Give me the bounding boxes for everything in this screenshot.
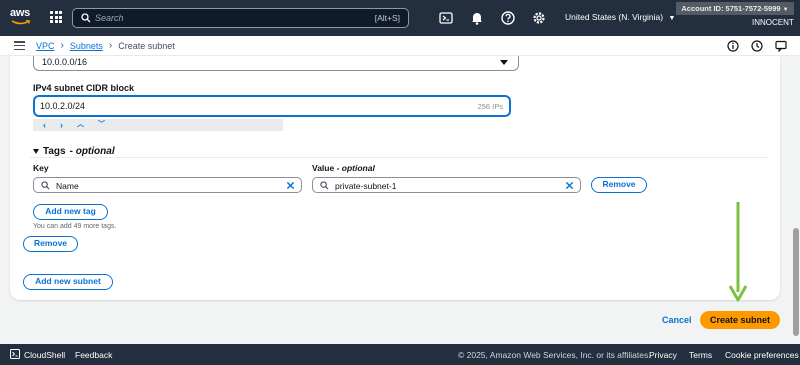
help-icon[interactable] — [500, 10, 516, 26]
tags-optional: - optional — [69, 146, 115, 157]
value-label-text: Value — [312, 163, 335, 173]
value-optional: - optional — [336, 163, 375, 173]
ipv4-cidr-input[interactable]: 10.0.2.0/24 256 IPs — [33, 95, 511, 117]
search-icon — [320, 181, 329, 190]
region-selector[interactable]: United States (N. Virginia) ▼ — [565, 12, 675, 22]
arrow-right-icon[interactable]: › — [60, 119, 63, 131]
breadcrumb-subnets[interactable]: Subnets — [70, 41, 103, 51]
tag-value-input[interactable]: private-subnet-1 — [312, 177, 581, 193]
arrow-down-icon[interactable]: ﹀ — [98, 119, 105, 131]
cloudshell-link[interactable]: CloudShell — [24, 350, 65, 360]
add-new-subnet-button[interactable]: Add new subnet — [23, 274, 113, 290]
create-subnet-panel: 10.0.0.0/16 IPv4 subnet CIDR block 10.0.… — [10, 56, 780, 300]
feedback-icon[interactable] — [775, 40, 787, 52]
privacy-link[interactable]: Privacy — [649, 350, 677, 360]
tags-divider — [30, 157, 768, 158]
account-id: Account ID: 5751-7572-5999 — [681, 4, 781, 13]
account-badge[interactable]: Account ID: 5751-7572-5999 ▼ — [676, 2, 794, 15]
services-menu-icon[interactable] — [50, 11, 62, 23]
cookie-preferences-link[interactable]: Cookie preferences — [725, 350, 799, 360]
tag-key-input[interactable]: Name — [33, 177, 302, 193]
search-bar[interactable]: Search [Alt+S] — [72, 8, 409, 28]
terms-link[interactable]: Terms — [689, 350, 712, 360]
tags-section-toggle[interactable]: Tags - optional — [33, 146, 115, 157]
vpc-cidr-value: 10.0.0.0/16 — [42, 57, 88, 67]
search-icon — [41, 181, 50, 190]
vpc-cidr-select[interactable]: 10.0.0.0/16 — [33, 56, 519, 71]
caret-down-icon — [33, 149, 39, 154]
cancel-button[interactable]: Cancel — [662, 315, 692, 325]
clear-icon[interactable] — [565, 181, 574, 190]
value-column-label: Value - optional — [312, 163, 375, 173]
breadcrumb-vpc[interactable]: VPC — [36, 41, 55, 51]
ipv4-cidr-value: 10.0.2.0/24 — [40, 101, 86, 111]
region-caret-icon: ▼ — [668, 15, 676, 22]
tags-title: Tags — [43, 146, 66, 157]
search-shortcut: [Alt+S] — [374, 13, 400, 23]
ipv4-cidr-label: IPv4 subnet CIDR block — [33, 83, 135, 93]
remove-tag-button[interactable]: Remove — [591, 177, 647, 193]
chevron-right-icon: › — [108, 40, 113, 51]
scrollbar-thumb[interactable] — [793, 228, 799, 336]
copyright-text: © 2025, Amazon Web Services, Inc. or its… — [458, 350, 651, 360]
aws-logo-text: aws — [10, 7, 30, 19]
search-input[interactable]: Search — [95, 13, 124, 23]
clear-icon[interactable] — [286, 181, 295, 190]
tag-key-value: Name — [56, 180, 79, 191]
add-new-tag-button[interactable]: Add new tag — [33, 204, 108, 220]
history-icon[interactable] — [751, 40, 763, 52]
breadcrumb-current: Create subnet — [118, 40, 175, 51]
info-icon[interactable] — [727, 40, 739, 52]
gear-icon[interactable] — [531, 10, 547, 26]
caret-down-icon — [500, 60, 508, 65]
search-icon — [81, 13, 91, 23]
region-label: United States (N. Virginia) — [565, 12, 664, 22]
cloudshell-icon[interactable] — [10, 349, 20, 359]
cidr-stepper: ‹ › ︿ ﹀ — [33, 119, 283, 131]
cloudshell-icon[interactable] — [438, 10, 454, 26]
ipv4-ip-count: 256 IPs — [477, 102, 503, 111]
remove-subnet-button[interactable]: Remove — [23, 236, 78, 252]
annotation-arrow-icon — [728, 202, 748, 302]
arrow-left-icon[interactable]: ‹ — [43, 119, 46, 131]
user-name[interactable]: INNOCENT — [752, 18, 794, 27]
feedback-link[interactable]: Feedback — [75, 350, 112, 360]
arrow-up-icon[interactable]: ︿ — [77, 119, 84, 131]
chevron-right-icon: › — [60, 40, 64, 51]
tags-remaining-note: You can add 49 more tags. — [33, 223, 117, 230]
breadcrumb-bar: VPC › Subnets › Create subnet — [0, 36, 800, 56]
aws-smile-icon — [11, 20, 31, 25]
aws-logo[interactable]: aws — [10, 7, 32, 29]
tag-value-value: private-subnet-1 — [335, 180, 397, 191]
key-column-label: Key — [33, 163, 49, 173]
bottom-bar: CloudShell Feedback © 2025, Amazon Web S… — [0, 344, 800, 365]
menu-icon[interactable] — [14, 41, 25, 51]
create-subnet-button[interactable]: Create subnet — [700, 311, 780, 329]
page-scrollbar[interactable] — [792, 56, 800, 344]
account-caret-icon: ▼ — [782, 7, 789, 13]
bell-icon[interactable] — [469, 10, 485, 26]
breadcrumb: VPC › Subnets › Create subnet — [36, 40, 175, 51]
top-navigation: aws Search [Alt+S] United States (N. Vir… — [0, 0, 800, 36]
